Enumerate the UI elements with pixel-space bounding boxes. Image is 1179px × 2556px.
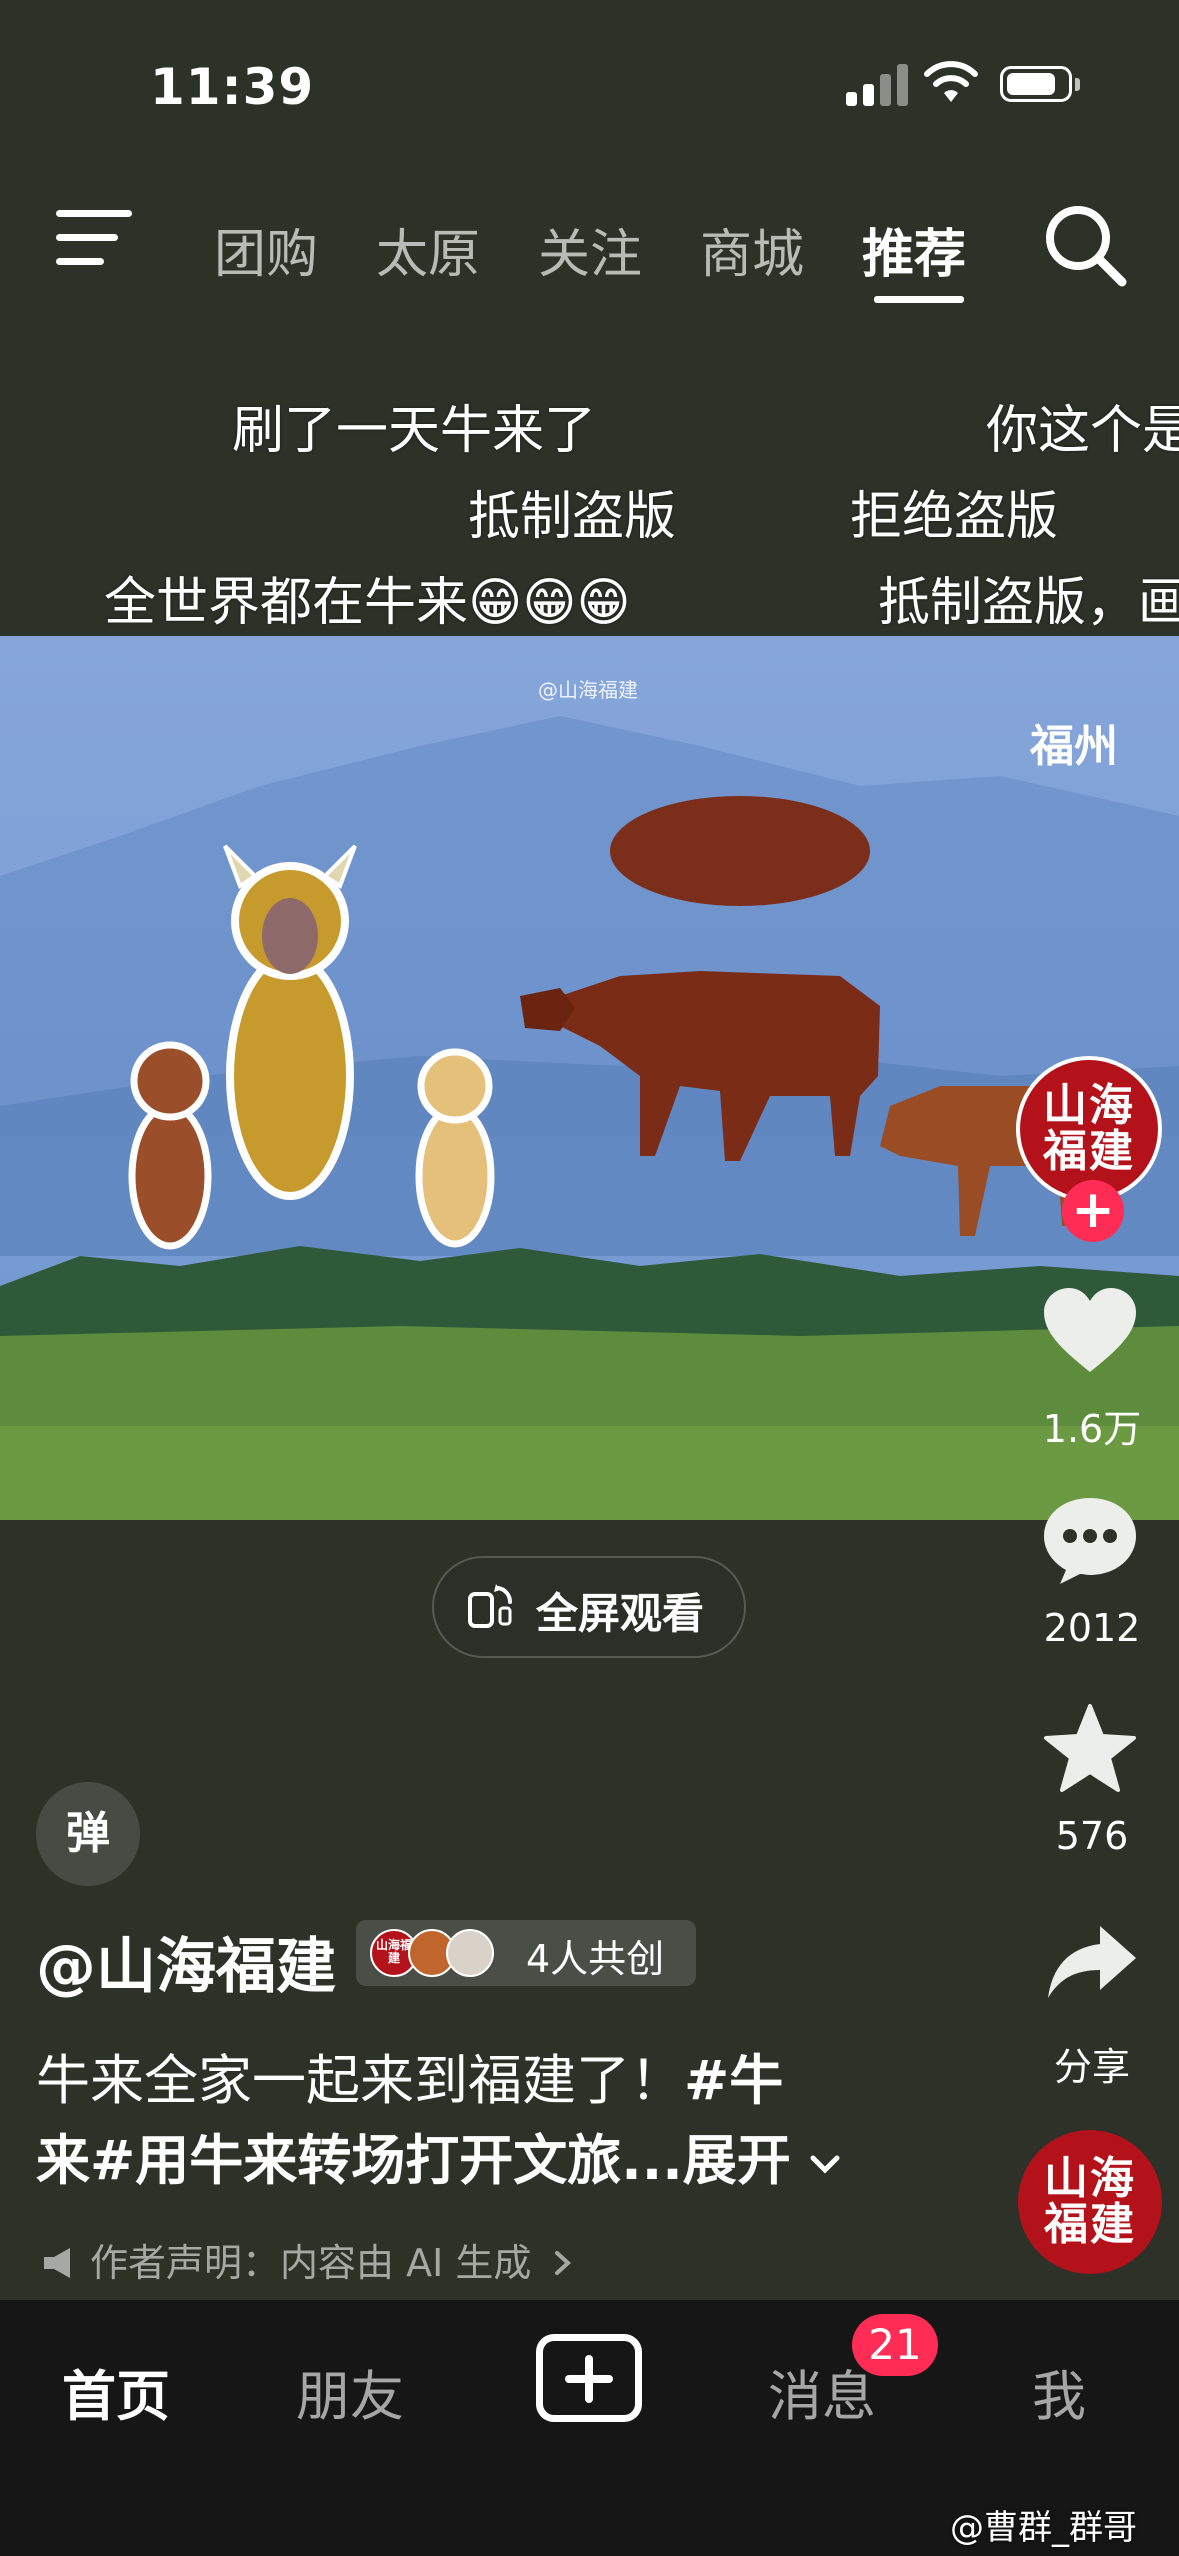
cocreate-label: 4人共创 xyxy=(526,1937,665,1981)
avatar-text: 山海 xyxy=(1044,2152,1136,2204)
caption-line-1: 牛来全家一起来到福建了！#牛 xyxy=(36,2036,783,2115)
ai-disclosure[interactable]: 作者声明：内容由 AI 生成 xyxy=(40,2232,575,2287)
cow-graphic xyxy=(610,796,870,906)
tab-recommend[interactable]: 推荐 xyxy=(862,212,966,287)
plus-icon xyxy=(565,2355,613,2403)
wifi-icon xyxy=(924,61,978,102)
tab-taiyuan[interactable]: 太原 xyxy=(376,212,480,287)
favorite-count: 576 xyxy=(1055,1814,1129,1858)
search-icon[interactable] xyxy=(1040,200,1130,290)
tab-mall[interactable]: 商城 xyxy=(700,212,804,287)
tab-home[interactable]: 首页 xyxy=(62,2352,170,2431)
active-tab-indicator xyxy=(874,296,964,303)
cellular-signal-icon xyxy=(846,62,908,106)
danmaku-comment: 你这个是 xyxy=(986,401,1179,461)
tab-group-buy[interactable]: 团购 xyxy=(214,212,318,287)
tab-me[interactable]: 我 xyxy=(1032,2352,1086,2431)
avatar-text: 福建 xyxy=(1044,2199,1136,2250)
author-name[interactable]: @山海福建 xyxy=(36,1918,336,2005)
hashtag[interactable]: #牛 xyxy=(684,2049,783,2112)
ai-notice-text: 作者声明：内容由 AI 生成 xyxy=(90,2241,532,2285)
tab-friends[interactable]: 朋友 xyxy=(296,2352,404,2431)
video-player[interactable] xyxy=(0,636,1179,1520)
messages-badge: 21 xyxy=(852,2314,938,2376)
location-tag[interactable]: 福州 xyxy=(1030,710,1118,774)
caption-line-2: 来#用牛来转场打开文旅...展开 xyxy=(36,2116,842,2195)
fullscreen-label: 全屏观看 xyxy=(536,1589,705,1638)
music-disc-avatar[interactable]: 山海 福建 xyxy=(1018,2130,1162,2274)
menu-icon[interactable] xyxy=(56,210,136,270)
cocreator-avatar xyxy=(446,1929,494,1977)
danmaku-comment: 全世界都在牛来😁😁😁 xyxy=(104,573,631,633)
follow-plus-button[interactable]: + xyxy=(1062,1180,1124,1242)
chevron-right-icon xyxy=(555,2251,572,2275)
tab-following[interactable]: 关注 xyxy=(538,212,642,287)
danmaku-comment: 拒绝盗版 xyxy=(850,487,1059,547)
favorite-star-icon[interactable] xyxy=(1042,1702,1138,1794)
hashtag[interactable]: 来#用牛来转场打开文旅... xyxy=(36,2129,683,2192)
expand-button[interactable]: 展开 xyxy=(683,2129,791,2192)
danmaku-comment: 抵制盗版，画 xyxy=(878,573,1179,633)
megaphone-icon xyxy=(44,2248,70,2278)
share-arrow-icon[interactable] xyxy=(1044,1922,1140,2002)
caption-text: 牛来全家一起来到福建了！ xyxy=(36,2049,684,2112)
battery-tip xyxy=(1075,78,1080,91)
avatar-text: 山海 xyxy=(1043,1079,1135,1131)
battery-icon xyxy=(1000,66,1072,102)
avatar-text: 福建 xyxy=(1043,1126,1135,1177)
video-watermark: @山海福建 xyxy=(538,678,638,702)
danmaku-toggle-button[interactable]: 弹 xyxy=(36,1782,140,1886)
rotate-screen-icon xyxy=(468,1584,513,1628)
danmaku-comment: 刷了一天牛来了 xyxy=(232,401,597,461)
create-button[interactable] xyxy=(536,2334,642,2422)
like-count: 1.6万 xyxy=(1042,1407,1142,1451)
weibo-watermark: @曹群_群哥 xyxy=(950,2508,1137,2548)
comment-count: 2012 xyxy=(1043,1606,1141,1650)
heart-icon[interactable] xyxy=(1040,1286,1140,1376)
comment-icon[interactable] xyxy=(1040,1494,1140,1586)
status-time: 11:39 xyxy=(150,58,315,116)
danmaku-comment: 抵制盗版 xyxy=(468,487,677,547)
share-label: 分享 xyxy=(1053,2045,1130,2089)
chevron-down-icon xyxy=(810,2155,840,2174)
